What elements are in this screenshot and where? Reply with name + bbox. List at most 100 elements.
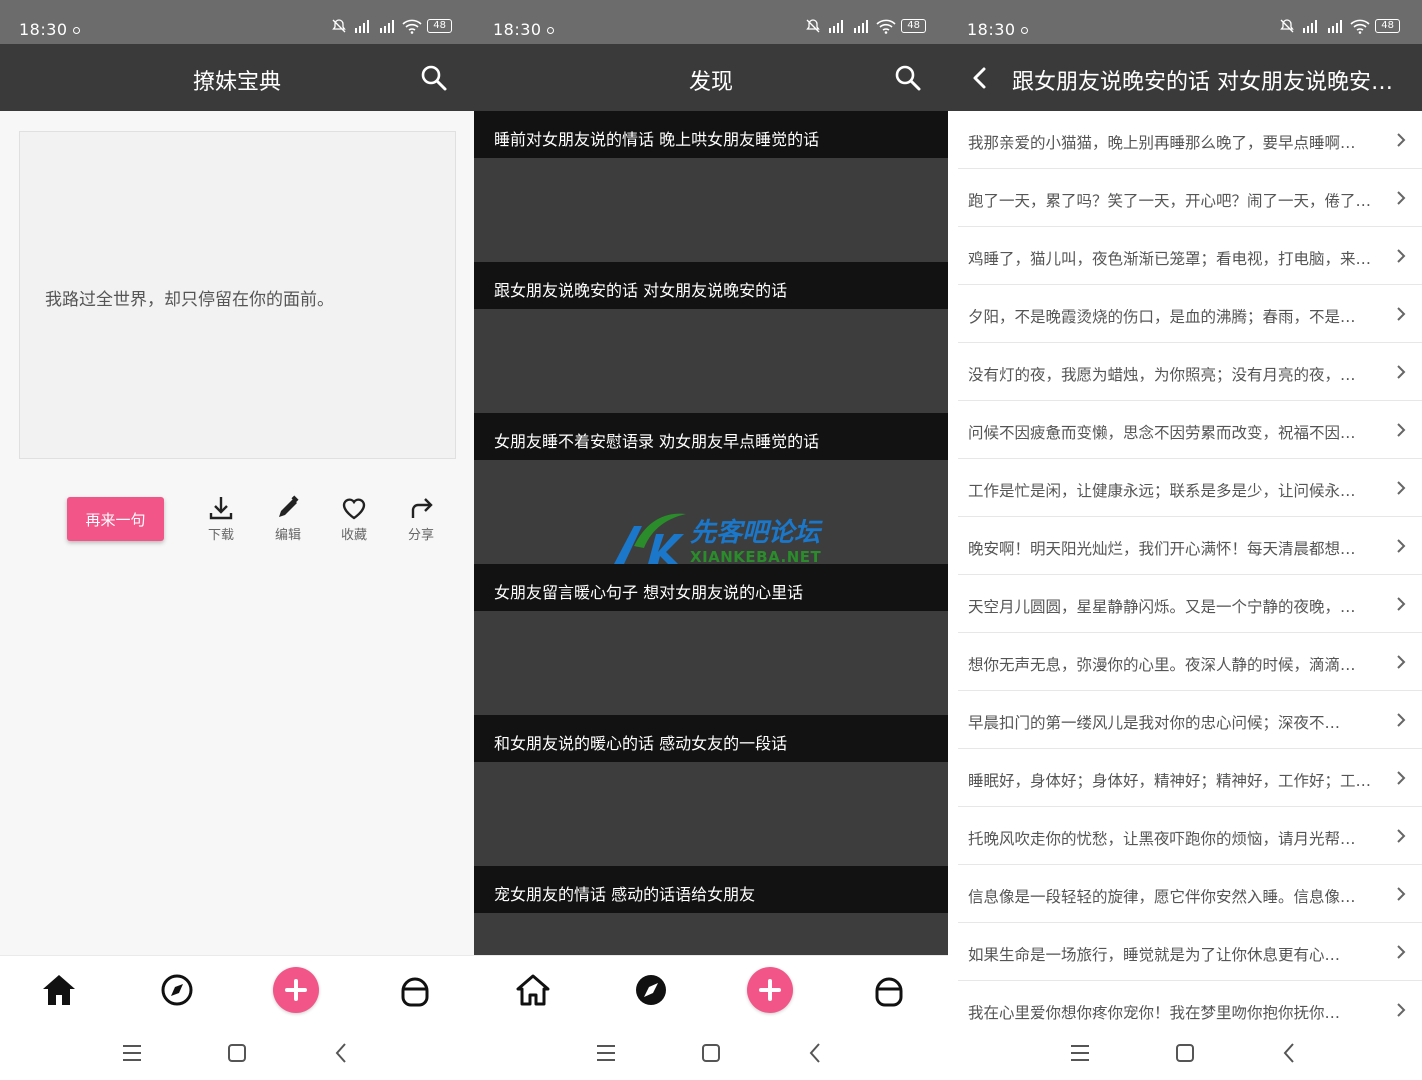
nav-home[interactable] [511,968,555,1012]
back-arrow-icon[interactable] [970,66,990,90]
list-item-text: 鸡睡了，猫儿叫，夜色渐渐已笼罩；看电视，打电脑，来… [968,250,1372,268]
battery-indicator: 48 [427,19,452,33]
list-item[interactable]: 没有灯的夜，我愿为蜡烛，为你照亮；没有月亮的夜，… [958,343,1422,401]
list-item-text: 信息像是一段轻轻的旋律，愿它伴你安然入睡。信息像… [968,888,1356,906]
menu-icon[interactable] [594,1041,618,1065]
status-icons: 48 [331,18,452,34]
add-button[interactable] [747,967,793,1013]
topic-card-title: 和女朋友说的暖心的话 感动女友的一段话 [474,715,948,762]
topic-card[interactable]: 女朋友睡不着安慰语录 劝女朋友早点睡觉的话 [474,413,948,564]
signal-icon [854,20,869,33]
chevron-right-icon [1397,771,1406,785]
chevron-right-icon [1397,423,1406,437]
chevron-right-icon [1397,1003,1406,1017]
list-item[interactable]: 早晨扣门的第一缕风儿是我对你的忠心问候；深夜不… [958,691,1422,749]
topic-card[interactable]: 睡前对女朋友说的情话 晚上哄女朋友睡觉的话 [474,111,948,262]
notification-dot-icon [73,27,80,34]
signal-hd-icon [1303,20,1318,33]
topic-card[interactable]: 女朋友留言暖心句子 想对女朋友说的心里话 [474,564,948,715]
list-item[interactable]: 跑了一天，累了吗？笑了一天，开心吧？闹了一天，倦了… [958,169,1422,227]
list-item[interactable]: 天空月儿圆圆，星星静静闪烁。又是一个宁静的夜晚，… [958,575,1422,633]
back-triangle-icon[interactable] [330,1041,354,1065]
square-home-icon[interactable] [225,1041,249,1065]
chevron-right-icon [1397,945,1406,959]
menu-icon[interactable] [1068,1041,1092,1065]
list-item-text: 如果生命是一场旅行，睡觉就是为了让你休息更有心… [968,946,1341,964]
search-icon[interactable] [894,64,922,92]
topic-card-title: 跟女朋友说晚安的话 对女朋友说晚安的话 [474,262,948,309]
list-item[interactable]: 夕阳，不是晚霞烫烧的伤口，是血的沸腾；春雨，不是… [958,285,1422,343]
status-icons: 48 [1279,18,1400,34]
back-triangle-icon[interactable] [804,1041,828,1065]
nav-home[interactable] [37,968,81,1012]
nav-discover[interactable] [629,968,673,1012]
wifi-icon [402,19,422,34]
notification-dot-icon [1021,27,1028,34]
sentence-list: 我那亲爱的小猫猫，晚上别再睡那么晚了，要早点睡啊… 跑了一天，累了吗？笑了一天，… [948,111,1422,1039]
list-item-text: 想你无声无息，弥漫你的心里。夜深人静的时候，滴滴… [968,656,1356,674]
chevron-right-icon [1397,249,1406,263]
topic-card[interactable]: 和女朋友说的暖心的话 感动女友的一段话 [474,715,948,866]
bottom-nav [474,955,948,1025]
system-nav-bar [948,1025,1422,1080]
favorite-action[interactable]: 收藏 [331,494,377,543]
status-bar: 18:30 48 [0,0,474,44]
page-title: 发现 [688,70,733,95]
bell-muted-icon [332,19,347,33]
signal-hd-icon [355,20,370,33]
back-triangle-icon[interactable] [1278,1041,1302,1065]
topic-card[interactable]: 跟女朋友说晚安的话 对女朋友说晚安的话 [474,262,948,413]
topic-card-title: 女朋友留言暖心句子 想对女朋友说的心里话 [474,564,948,611]
square-home-icon[interactable] [699,1041,723,1065]
list-item-text: 早晨扣门的第一缕风儿是我对你的忠心问候；深夜不… [968,714,1341,732]
nav-discover[interactable] [155,968,199,1012]
page-title: 跟女朋友说晚安的话 对女朋友说晚安的话 [1012,70,1404,95]
list-item-text: 天空月儿圆圆，星星静静闪烁。又是一个宁静的夜晚，… [968,598,1356,616]
list-item[interactable]: 如果生命是一场旅行，睡觉就是为了让你休息更有心… [958,923,1422,981]
list-item[interactable]: 鸡睡了，猫儿叫，夜色渐渐已笼罩；看电视，打电脑，来… [958,227,1422,285]
status-time: 18:30 [19,20,68,39]
list-item[interactable]: 托晚风吹走你的忧愁，让黑夜吓跑你的烦恼，请月光帮… [958,807,1422,865]
detail-screen: 18:30 48 跟女朋友说晚安的话 对女朋友说晚安的话 我那亲爱的小猫猫，晚上… [948,0,1422,1080]
next-sentence-button[interactable]: 再来一句 [67,497,164,541]
nav-profile[interactable] [867,968,911,1012]
app-bar: 发现 [474,44,948,111]
list-item[interactable]: 我那亲爱的小猫猫，晚上别再睡那么晚了，要早点睡啊… [958,111,1422,169]
bell-muted-icon [1280,19,1295,33]
chevron-right-icon [1397,133,1406,147]
share-action[interactable]: 分享 [398,494,444,543]
quote-card: 我路过全世界，却只停留在你的面前。 [19,131,456,459]
square-home-icon[interactable] [1173,1041,1197,1065]
list-item[interactable]: 工作是忙是闲，让健康永远；联系是多是少，让问候永… [958,459,1422,517]
wifi-icon [876,19,896,34]
add-button[interactable] [273,967,319,1013]
discover-screen: 18:30 48 发现 睡前对女朋友说的情话 晚上哄女朋友睡觉的话 跟女朋友说晚… [474,0,948,1080]
list-item-text: 跑了一天，累了吗？笑了一天，开心吧？闹了一天，倦了… [968,192,1372,210]
list-item[interactable]: 睡眠好，身体好；身体好，精神好；精神好，工作好；工… [958,749,1422,807]
download-action[interactable]: 下载 [198,494,244,543]
app-bar: 跟女朋友说晚安的话 对女朋友说晚安的话 [948,44,1422,111]
heart-icon [342,498,366,520]
signal-icon [380,20,395,33]
search-icon[interactable] [420,64,448,92]
edit-action[interactable]: 编辑 [265,494,311,543]
list-item-text: 我那亲爱的小猫猫，晚上别再睡那么晚了，要早点睡啊… [968,134,1356,152]
list-item[interactable]: 想你无声无息，弥漫你的心里。夜深人静的时候，滴滴… [958,633,1422,691]
app-bar: 撩妹宝典 [0,44,474,111]
list-item[interactable]: 问候不因疲惫而变懒，思念不因劳累而改变，祝福不因… [958,401,1422,459]
bottom-nav [0,955,474,1025]
edit-icon [279,495,299,517]
menu-icon[interactable] [120,1041,144,1065]
download-icon [209,497,233,520]
list-item[interactable]: 信息像是一段轻轻的旋律，愿它伴你安然入睡。信息像… [958,865,1422,923]
plus-icon [285,979,307,1001]
compass-icon [161,974,193,1006]
chevron-right-icon [1397,191,1406,205]
list-item[interactable]: 晚安啊！明天阳光灿烂，我们开心满怀！每天清晨都想… [958,517,1422,575]
chevron-right-icon [1397,365,1406,379]
home-filled-icon [43,975,75,1005]
signal-hd-icon [829,20,844,33]
compass-filled-icon [636,975,666,1005]
nav-profile[interactable] [393,968,437,1012]
helmet-icon [401,977,429,1007]
